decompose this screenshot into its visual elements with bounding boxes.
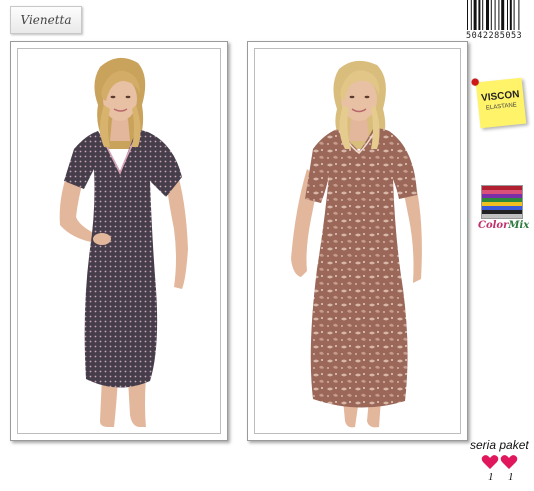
color-swatch bbox=[482, 206, 522, 210]
barcode bbox=[467, 0, 520, 30]
product-photo-1 bbox=[17, 48, 221, 434]
color-swatch bbox=[482, 202, 522, 206]
color-swatch bbox=[482, 186, 522, 190]
seria-paket-label: seria paket bbox=[470, 438, 529, 452]
barcode-digits: 5042285053 bbox=[466, 31, 523, 41]
color-swatch bbox=[482, 210, 522, 214]
package-count-1: 1 bbox=[488, 471, 494, 483]
color-swatch bbox=[482, 194, 522, 198]
color-swatches-icon bbox=[481, 185, 523, 219]
model-floral-nightgown-figure bbox=[291, 60, 422, 428]
color-mix-part-2: Mix bbox=[508, 220, 530, 231]
color-mix-label: ColorMix bbox=[478, 220, 529, 231]
brand-logo: Vienetta bbox=[10, 6, 82, 34]
color-mix-part-1: Color bbox=[478, 220, 509, 231]
color-swatch bbox=[482, 190, 522, 194]
product-frame-2[interactable] bbox=[247, 41, 468, 441]
package-count-2: 1 bbox=[508, 471, 514, 483]
color-swatch bbox=[482, 214, 522, 218]
model-dotted-nightgown-figure bbox=[59, 57, 188, 427]
product-photo-2 bbox=[254, 48, 461, 434]
pushpin-icon bbox=[471, 78, 480, 86]
product-frame-1[interactable] bbox=[10, 41, 228, 441]
fabric-sticky-note: VISCON ELASTANE bbox=[471, 77, 527, 129]
brand-logo-text: Vienetta bbox=[20, 13, 72, 27]
color-swatch bbox=[482, 198, 522, 202]
heart-icon bbox=[500, 455, 518, 469]
heart-icon bbox=[481, 455, 499, 469]
